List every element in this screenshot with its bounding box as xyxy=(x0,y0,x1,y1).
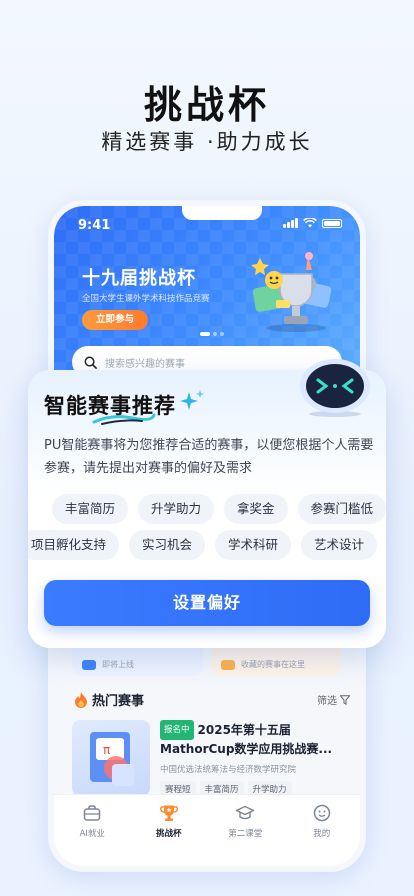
tab-label: 第二课堂 xyxy=(228,829,263,839)
upcoming-caption: 即将上线 xyxy=(102,660,134,669)
preference-chip[interactable]: 拿奖金 xyxy=(224,494,288,524)
contest-organizer: 中国优选法统筹法与经济数学研究院 xyxy=(160,765,297,775)
pagination-dot-active xyxy=(200,332,210,336)
sparkle-icon xyxy=(180,390,204,410)
preference-chip[interactable]: 丰富简历 xyxy=(52,494,129,524)
ai-robot-icon xyxy=(300,359,370,417)
notch xyxy=(182,206,262,220)
quick-cards: 即将上线 收藏的赛事在这里 xyxy=(72,646,342,676)
tab-label: AI就业 xyxy=(79,829,105,839)
preference-chip[interactable]: 升学助力 xyxy=(138,494,215,524)
smiley-icon xyxy=(313,804,330,822)
search-placeholder: 搜索感兴趣的赛事 xyxy=(105,358,185,370)
filter-icon xyxy=(340,694,350,705)
banner-pagination xyxy=(200,332,224,336)
banner-description: 全国大学生课外学术科技作品竞赛 xyxy=(82,294,210,304)
upcoming-card[interactable]: 即将上线 xyxy=(72,646,203,676)
blue-folder-icon xyxy=(82,660,96,670)
search-icon xyxy=(84,356,97,369)
recommend-description: PU智能赛事将为您推荐合适的赛事，以便您根据个人需要参赛，请先提出对赛事的偏好及… xyxy=(44,438,374,476)
star-folder-icon xyxy=(221,660,235,670)
tab-challenge-cup[interactable]: 挑战杯 xyxy=(139,803,199,866)
hot-section-header: 热门赛事 筛选 xyxy=(74,690,350,709)
preference-chip[interactable]: 实习机会 xyxy=(129,530,206,560)
graduation-cap-icon xyxy=(236,805,255,820)
battery-icon xyxy=(322,218,342,228)
trophy-illustration xyxy=(251,252,332,332)
status-icons xyxy=(283,218,342,228)
tab-second-classroom[interactable]: 第二课堂 xyxy=(215,803,275,866)
briefcase-icon xyxy=(84,805,101,821)
tab-label: 挑战杯 xyxy=(155,829,182,839)
wifi-icon xyxy=(303,218,317,228)
smart-recommend-card: 丰富简历 升学助力 拿奖金 参赛门槛低 项目孵化支持 实习机会 学术科研 艺术设… xyxy=(28,359,386,648)
math-book-icon: π xyxy=(90,732,134,786)
hero-subtitle: 精选赛事 ·助力成长 xyxy=(101,130,313,154)
preference-chips-row-2: 项目孵化支持 实习机会 学术科研 艺术设计 xyxy=(28,530,378,560)
contest-thumbnail: π xyxy=(72,720,150,796)
favorites-caption: 收藏的赛事在这里 xyxy=(241,660,305,669)
preference-chip[interactable]: 项目孵化支持 xyxy=(28,530,120,560)
banner-title: 十九届挑战杯 xyxy=(82,268,196,289)
pagination-dot xyxy=(213,332,217,336)
hot-section-title: 热门赛事 xyxy=(92,694,145,709)
fire-icon xyxy=(75,691,87,708)
trophy-icon xyxy=(159,805,178,821)
signal-icon xyxy=(283,218,298,228)
preference-chip[interactable]: 学术科研 xyxy=(215,530,292,560)
svg-text:π: π xyxy=(103,743,110,757)
filter-button[interactable]: 筛选 xyxy=(317,692,350,707)
bottom-tab-bar: AI就业 挑战杯 第二课堂 我的 xyxy=(54,794,360,866)
status-badge: 报名中 xyxy=(160,720,194,740)
hero-title: 挑战杯 xyxy=(143,83,270,127)
preference-chips-row-1: 丰富简历 升学助力 拿奖金 参赛门槛低 xyxy=(52,494,386,524)
join-now-button[interactable]: 立即参与 xyxy=(82,310,148,330)
tab-label: 我的 xyxy=(313,829,331,839)
tab-ai-jobs[interactable]: AI就业 xyxy=(62,803,122,866)
contest-card[interactable]: π 报名中 2025年第十五届MathorCup数学应用挑战赛... 中国优选法统… xyxy=(72,720,352,797)
pagination-dot xyxy=(220,332,224,336)
preference-chip[interactable]: 参赛门槛低 xyxy=(297,494,386,524)
set-preferences-button[interactable]: 设置偏好 xyxy=(44,580,370,626)
status-time: 9:41 xyxy=(78,218,111,233)
tab-profile[interactable]: 我的 xyxy=(292,803,352,866)
preference-chip[interactable]: 艺术设计 xyxy=(301,530,378,560)
brush-underline xyxy=(92,413,156,425)
filter-label: 筛选 xyxy=(317,696,337,707)
favorites-card[interactable]: 收藏的赛事在这里 xyxy=(211,646,342,676)
